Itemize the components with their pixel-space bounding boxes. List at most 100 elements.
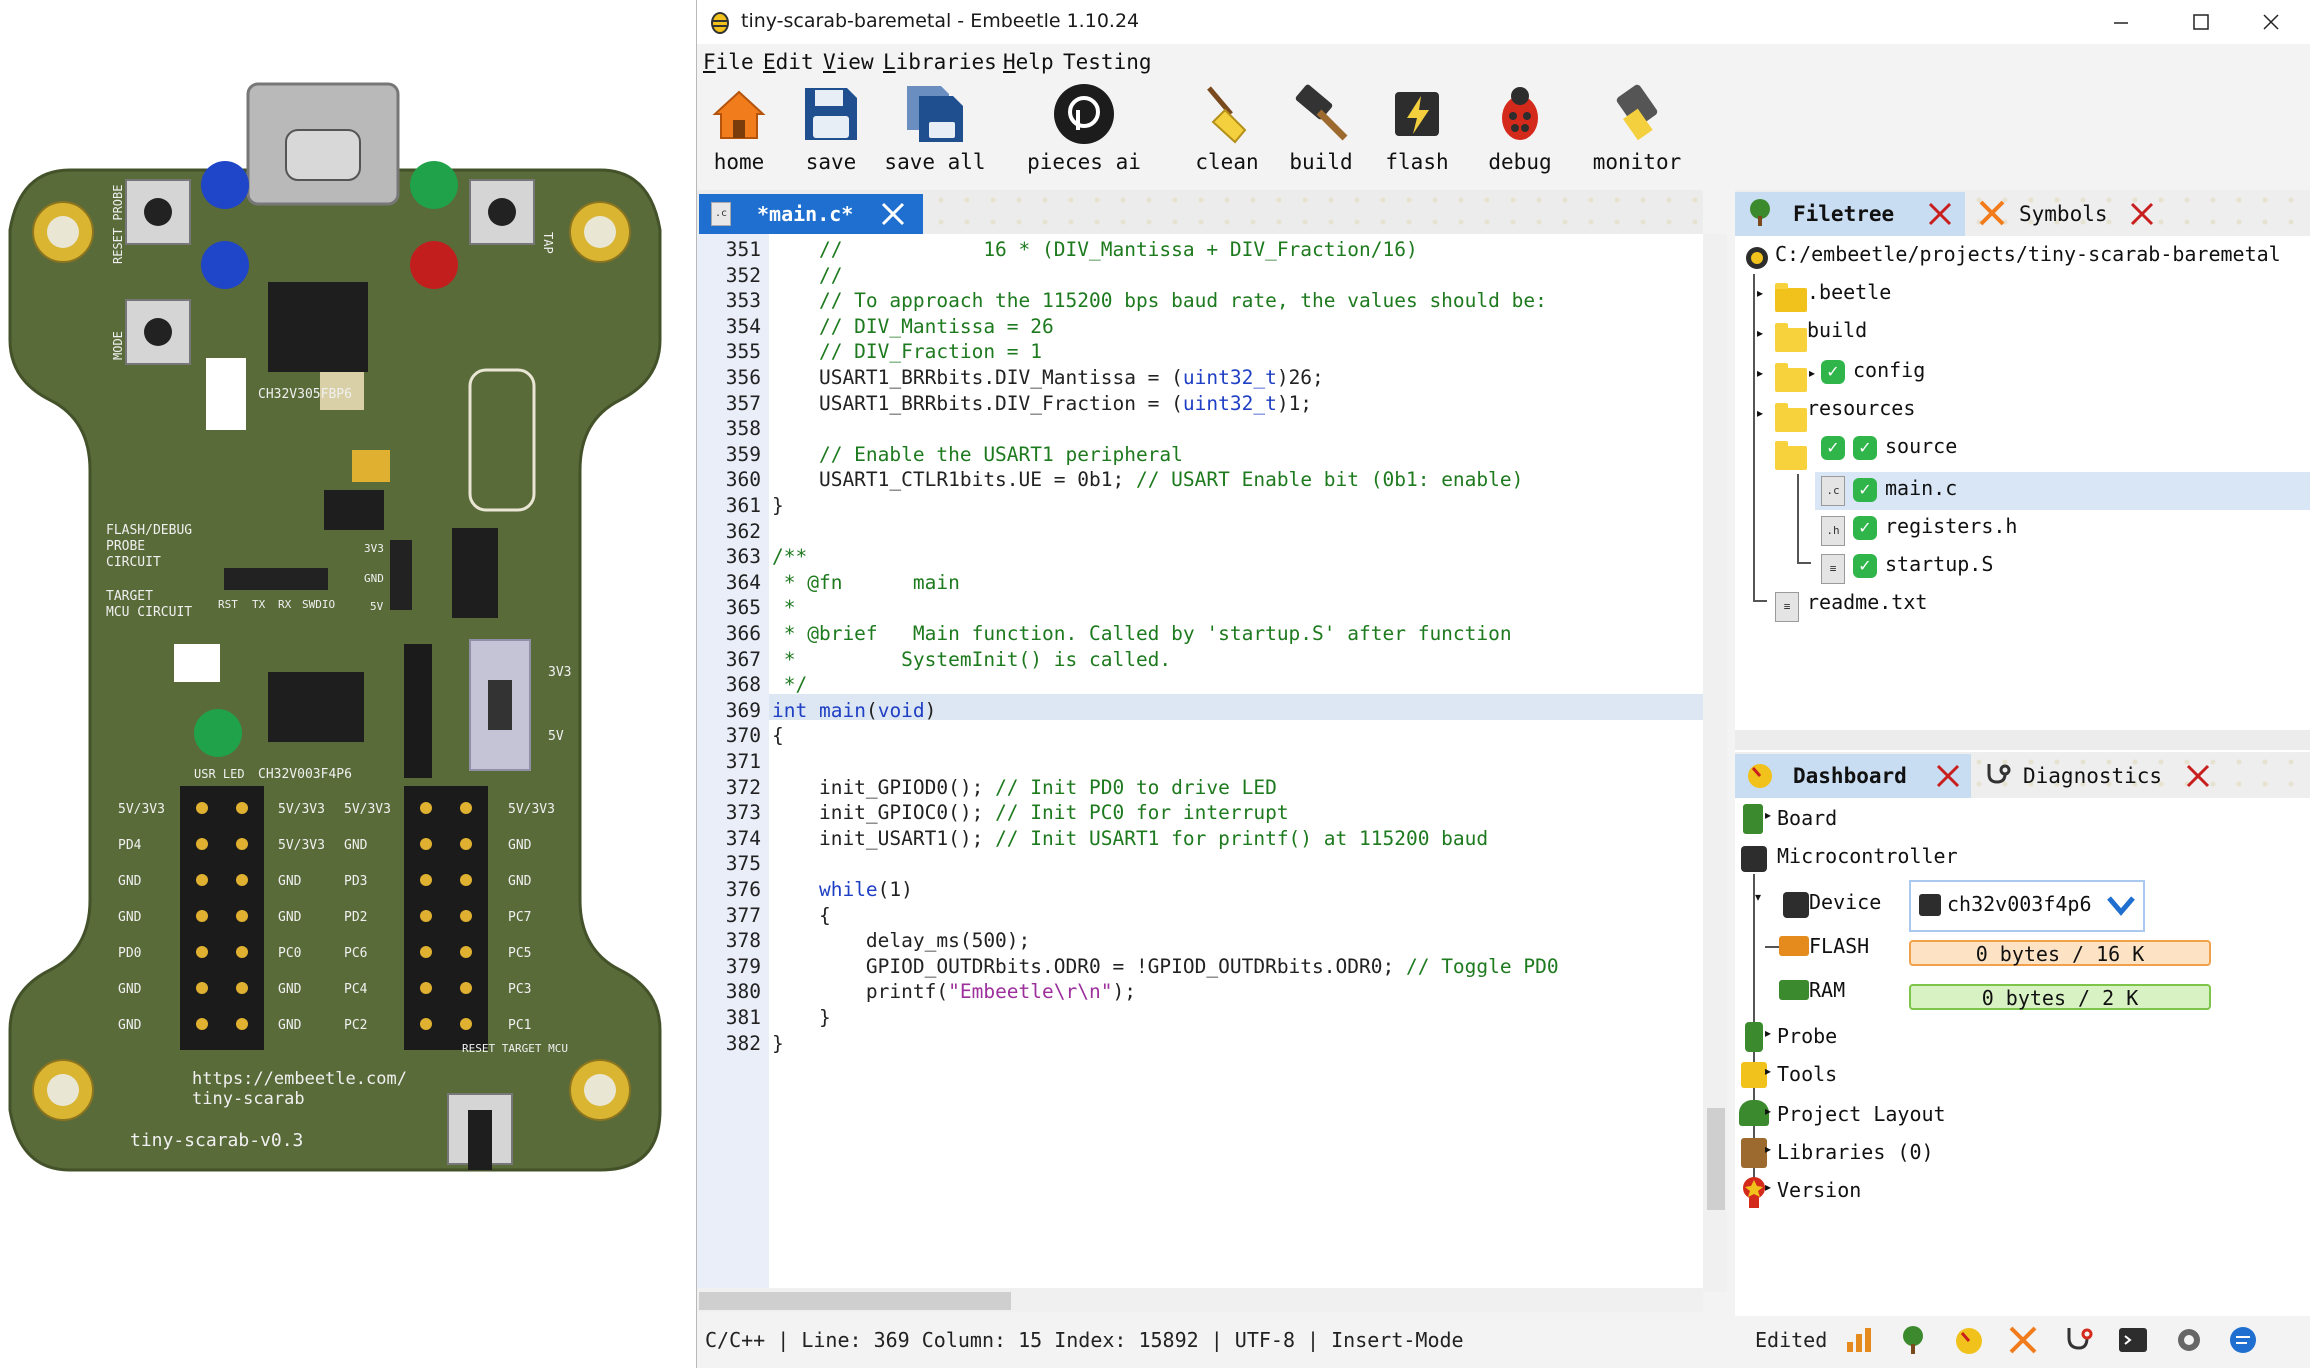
dash-probe[interactable]: Probe	[1777, 1024, 1837, 1048]
chevron-down-icon	[2107, 896, 2135, 916]
toolbar: home save save all pieces ai clean build…	[697, 82, 2310, 188]
check-icon: ✓	[1853, 436, 1877, 460]
close-diagnostics-icon[interactable]	[2185, 763, 2211, 789]
code-line: init_GPIOC0(); // Init PC0 for interrupt	[772, 801, 1289, 825]
c-file-icon: .c	[711, 202, 731, 226]
broom-icon	[1207, 86, 1247, 144]
dashboard-tab-label: Dashboard	[1793, 764, 1907, 788]
debug-button[interactable]: debug	[1475, 82, 1565, 174]
monitor-button[interactable]: monitor	[1587, 82, 1687, 174]
tree-item-registers-h[interactable]: registers.h	[1885, 514, 2017, 538]
dash-microcontroller[interactable]: Microcontroller	[1777, 844, 1958, 868]
dash-tools[interactable]: Tools	[1777, 1062, 1837, 1086]
tree-item-main-c[interactable]: main.c	[1885, 476, 1957, 500]
pcb-pin-label: GND	[278, 874, 302, 889]
dash-board[interactable]: Board	[1777, 806, 1837, 830]
line-number: 355	[725, 340, 761, 364]
check-icon: ✓	[1853, 478, 1877, 502]
pcb-label-rx: RX	[278, 598, 292, 611]
device-select[interactable]: ch32v003f4p6	[1909, 880, 2145, 932]
tree-icon	[1750, 199, 1770, 226]
tools-icon	[1741, 1062, 1767, 1088]
panel-splitter[interactable]	[1735, 730, 2310, 750]
pieces-ai-button[interactable]: pieces ai	[1019, 82, 1149, 174]
dash-project-layout[interactable]: Project Layout	[1777, 1102, 1946, 1126]
config-folder-icon	[1775, 363, 1807, 392]
build-button[interactable]: build	[1279, 82, 1363, 174]
symbols-icon[interactable]	[2007, 1324, 2039, 1356]
diagnostics-tab-label: Diagnostics	[2023, 764, 2163, 788]
tree-item-build[interactable]: build	[1807, 318, 1867, 342]
hammer-icon	[1295, 84, 1348, 141]
menu-libraries[interactable]: Libraries	[883, 50, 997, 74]
stethoscope-icon[interactable]	[2063, 1324, 2095, 1356]
menu-testing[interactable]: Testing	[1063, 50, 1152, 74]
code-editor[interactable]: 351 352 353 354 355 356 357 358 359 360 361 362 363 3…	[697, 234, 1703, 1288]
c-file-icon: .c	[1821, 476, 1845, 506]
tab-dashboard[interactable]: Dashboard	[1735, 754, 1971, 798]
menu-help[interactable]: Help	[1003, 50, 1054, 74]
terminal-icon[interactable]	[2117, 1324, 2149, 1356]
pcb-label-probe: PROBE	[106, 539, 145, 554]
close-window-button[interactable]	[2241, 4, 2301, 40]
code-line: USART1_BRRbits.DIV_Mantissa = (uint32_t)…	[772, 366, 1324, 389]
title-bar[interactable]: tiny-scarab-baremetal - Embeetle 1.10.24	[697, 0, 2310, 44]
pcb-pin-label: GND	[278, 1018, 302, 1033]
close-filetree-icon[interactable]	[1927, 201, 1953, 227]
tree-item-config[interactable]: config	[1853, 358, 1925, 382]
flash-usage-bar: 0 bytes / 16 K	[1909, 940, 2211, 966]
close-tab-icon[interactable]	[879, 200, 907, 228]
tree-item-beetle[interactable]: .beetle	[1807, 280, 1891, 304]
line-number: 361	[725, 494, 761, 517]
tree-item-startup-s[interactable]: startup.S	[1885, 552, 1993, 576]
dashboard-gauge-icon[interactable]	[1953, 1324, 1985, 1356]
vertical-scroll-thumb[interactable]	[1707, 1108, 1725, 1210]
tree-icon[interactable]	[1897, 1324, 1929, 1356]
horizontal-scroll-thumb[interactable]	[699, 1292, 1011, 1310]
minimize-button[interactable]	[2091, 4, 2151, 40]
menu-edit[interactable]: Edit	[763, 50, 814, 74]
tab-symbols[interactable]: Symbols	[1967, 192, 2167, 236]
chat-icon[interactable]	[2227, 1324, 2259, 1356]
flash-button[interactable]: flash	[1375, 82, 1459, 174]
bug-icon	[1502, 87, 1538, 140]
dash-libraries[interactable]: Libraries (0)	[1777, 1140, 1934, 1164]
tab-diagnostics[interactable]: Diagnostics	[1973, 754, 2223, 798]
tab-main-c[interactable]: .c *main.c*	[699, 194, 923, 234]
dash-version[interactable]: Version	[1777, 1178, 1861, 1202]
pcb-label-swdio: SWDIO	[302, 598, 335, 611]
code-line: // To approach the 115200 bps baud rate,…	[772, 289, 1547, 313]
menu-file[interactable]: File	[703, 50, 754, 74]
pcb-pin-label: PC3	[508, 982, 531, 997]
gear-icon[interactable]	[2173, 1324, 2205, 1356]
check-icon: ✓	[1853, 554, 1877, 578]
close-symbols-icon[interactable]	[2129, 201, 2155, 227]
project-root-path[interactable]: C:/embeetle/projects/tiny-scarab-baremet…	[1775, 242, 2281, 266]
ram-memory-icon-2	[1779, 980, 1809, 1000]
code-line: delay_ms(500);	[772, 929, 1031, 953]
tab-filetree[interactable]: Filetree	[1735, 192, 1965, 236]
code-line: printf("Embeetle\r\n");	[772, 980, 1136, 1004]
flash-memory-icon	[1779, 936, 1809, 956]
save-button[interactable]: save	[799, 82, 863, 174]
line-number: 356	[725, 366, 761, 389]
save-all-button[interactable]: save all	[883, 82, 987, 174]
code-line: init_USART1(); // Init USART1 for printf…	[772, 826, 1489, 850]
code-line: init_GPIOD0(); // Init PD0 to drive LED	[772, 775, 1277, 799]
line-number: 364	[725, 570, 761, 594]
chip-icon	[1783, 892, 1809, 918]
line-number: 357	[725, 391, 761, 415]
tree-item-readme[interactable]: readme.txt	[1807, 590, 1927, 614]
pcb-label-version: tiny-scarab-v0.3	[130, 1130, 303, 1151]
menu-view[interactable]: View	[823, 50, 874, 74]
maximize-button[interactable]	[2171, 4, 2231, 40]
close-dashboard-icon[interactable]	[1935, 763, 1961, 789]
tree-item-resources[interactable]: resources	[1807, 396, 1915, 420]
home-button[interactable]: home	[707, 82, 771, 174]
code-line: while(1)	[818, 878, 913, 901]
clean-button[interactable]: clean	[1185, 82, 1269, 174]
tree-item-source[interactable]: source	[1885, 434, 1957, 458]
code-line: // DIV_Fraction = 1	[772, 340, 1043, 364]
chart-icon[interactable]	[1843, 1324, 1875, 1356]
pcb-pin-label: PD0	[118, 946, 141, 961]
